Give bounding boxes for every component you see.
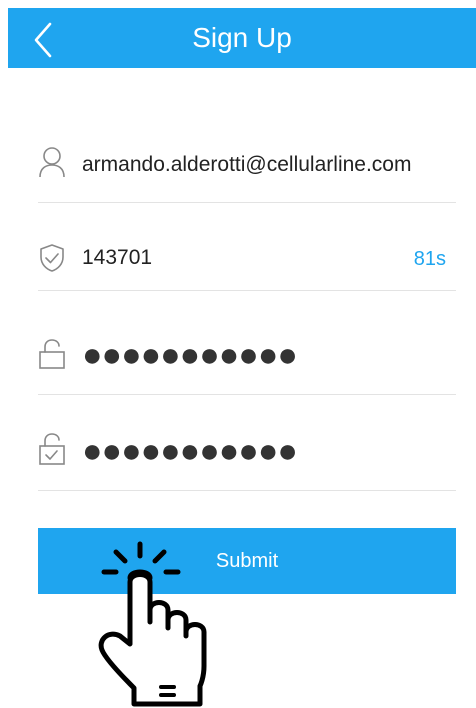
email-field[interactable] [38,140,456,203]
tap-hand-icon [98,541,207,707]
lock-icon [39,339,65,369]
shield-check-icon [40,244,64,272]
verification-code-field[interactable]: 143701 81s [38,238,456,291]
user-icon [39,147,65,178]
lock-check-icon [39,433,65,465]
page-title: Sign Up [192,22,292,53]
verification-code-value[interactable]: 143701 [82,246,152,270]
resend-countdown[interactable]: 81s [414,248,446,271]
header-bar: Sign Up [8,8,476,68]
password-field[interactable]: ●●●●●●●●●●● [38,334,456,395]
confirm-password-input[interactable]: ●●●●●●●●●●● [82,434,298,468]
confirm-password-field[interactable]: ●●●●●●●●●●● [38,430,456,491]
password-input[interactable]: ●●●●●●●●●●● [82,338,298,372]
email-input[interactable] [82,152,422,178]
